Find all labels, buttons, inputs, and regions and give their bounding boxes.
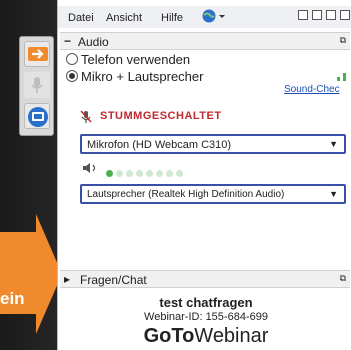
control-panel: Datei Ansicht Hilfe − Audio ⧉ Telefon ve…	[57, 0, 351, 350]
audio-section-header[interactable]: − Audio ⧉	[60, 32, 350, 50]
globe-icon	[202, 9, 225, 23]
audio-section-title: Audio	[78, 35, 109, 49]
menu-view[interactable]: Ansicht	[106, 12, 142, 24]
level-dot	[146, 170, 153, 177]
menu-help[interactable]: Hilfe	[161, 12, 183, 24]
signal-bars-icon	[337, 73, 346, 81]
webinar-info: test chatfragen Webinar-ID: 155-684-699 …	[60, 289, 351, 350]
menu-file[interactable]: Datei	[68, 12, 94, 24]
screen-share-button[interactable]	[24, 41, 50, 67]
popout-icon[interactable]: ⧉	[340, 273, 346, 284]
collapse-icon[interactable]: −	[64, 34, 71, 48]
level-dot	[126, 170, 133, 177]
level-dot	[176, 170, 183, 177]
muted-mic-icon[interactable]	[80, 110, 92, 124]
level-dot	[106, 170, 113, 177]
chat-section-header[interactable]: ▸ Fragen/Chat ⧉	[60, 270, 350, 288]
view-screen-button[interactable]	[24, 103, 50, 129]
orange-pointer-arrow	[0, 214, 62, 334]
microphone-button[interactable]	[24, 72, 50, 98]
microphone-select-value: Mikrofon (HD Webcam C310)	[87, 139, 232, 151]
brand-webinar: Webinar	[194, 325, 269, 347]
microphone-icon	[31, 77, 43, 93]
gotowebinar-logo: GoToWebinar	[60, 325, 351, 348]
radio-mic-speaker[interactable]	[66, 70, 78, 82]
gotowebinar-side-toolbar	[19, 36, 54, 136]
popout-icon[interactable]: ⧉	[340, 35, 346, 46]
speaker-select-value: Lautsprecher (Realtek High Definition Au…	[87, 189, 285, 200]
level-dot	[116, 170, 123, 177]
mic-level-meter	[106, 164, 186, 182]
webinar-id: Webinar-ID: 155-684-699	[144, 311, 268, 323]
level-dot	[166, 170, 173, 177]
mic-speaker-option[interactable]: Mikro + Lautsprecher	[66, 69, 203, 84]
speaker-select[interactable]: Lautsprecher (Realtek High Definition Au…	[80, 184, 346, 204]
chat-section-title: Fragen/Chat	[80, 273, 147, 287]
dropdown-arrow-icon: ▼	[329, 189, 338, 199]
monitor-icon	[28, 107, 48, 127]
restore-icon[interactable]	[312, 10, 322, 20]
dropdown-arrow-icon: ▼	[329, 139, 338, 149]
screen-arrow-icon	[28, 47, 48, 61]
phone-option-label: Telefon verwenden	[81, 52, 191, 67]
speaker-icon	[83, 163, 96, 173]
menu-bar: Datei Ansicht Hilfe	[58, 6, 351, 28]
mic-speaker-option-label: Mikro + Lautsprecher	[81, 69, 204, 84]
audio-panel-body: Telefon verwenden Mikro + Lautsprecher S…	[60, 52, 351, 266]
mute-status-label: STUMMGESCHALTET	[100, 110, 222, 122]
radio-phone[interactable]	[66, 53, 78, 65]
minimize-icon[interactable]	[298, 10, 308, 20]
language-globe-dropdown[interactable]	[201, 9, 227, 27]
expand-icon[interactable]: ▸	[64, 272, 70, 286]
grab-tab-icon[interactable]	[340, 10, 350, 20]
level-dot	[156, 170, 163, 177]
brand-goto: GoTo	[143, 325, 195, 347]
webinar-title: test chatfragen	[159, 295, 253, 310]
level-dot	[136, 170, 143, 177]
arrow-overlay-text: ein	[0, 289, 25, 308]
sound-check-link[interactable]: Sound-Chec	[284, 84, 340, 95]
phone-option[interactable]: Telefon verwenden	[66, 52, 190, 67]
window-close-icon[interactable]	[326, 10, 336, 20]
microphone-select[interactable]: Mikrofon (HD Webcam C310) ▼	[80, 134, 346, 154]
